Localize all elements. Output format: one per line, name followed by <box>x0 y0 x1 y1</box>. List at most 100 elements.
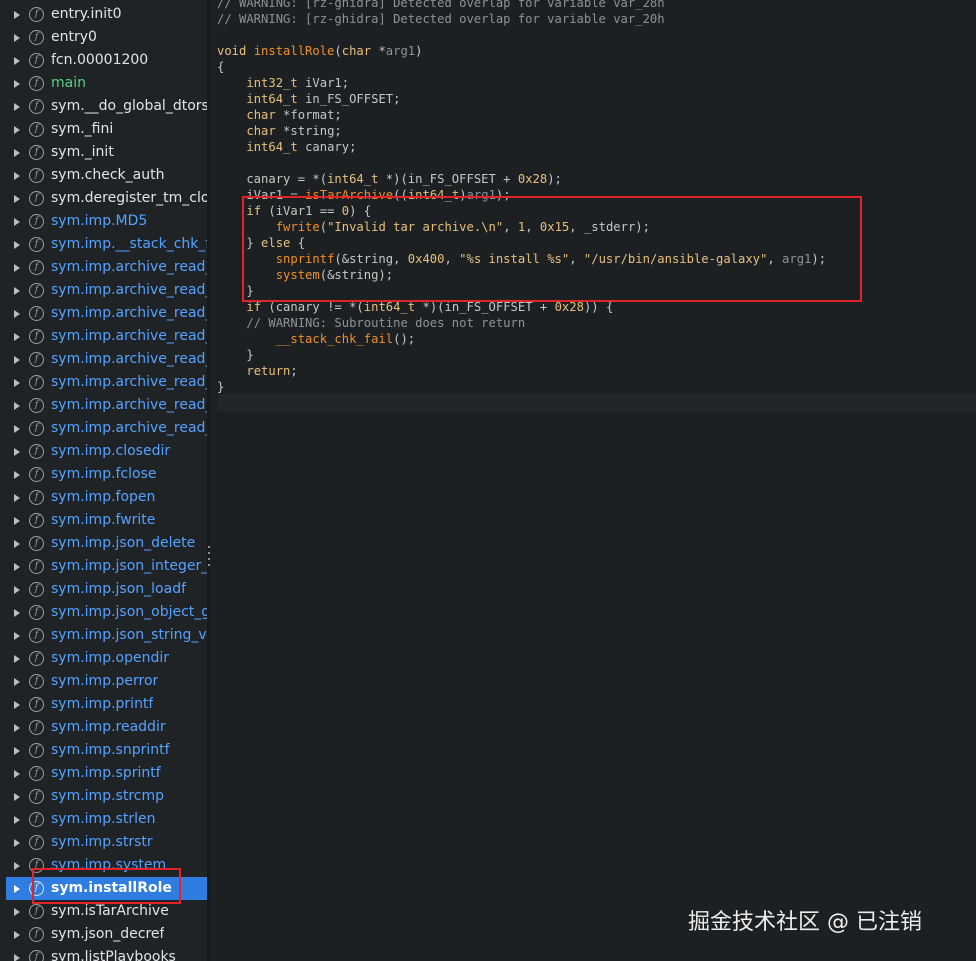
expand-arrow-icon[interactable] <box>12 792 22 802</box>
expand-arrow-icon[interactable] <box>12 194 22 204</box>
expand-arrow-icon[interactable] <box>12 585 22 595</box>
function-list-item[interactable]: f entry.init0 <box>0 3 207 26</box>
function-name: sym.imp.opendir <box>51 650 170 666</box>
function-list-item[interactable]: f fcn.00001200 <box>0 49 207 72</box>
expand-arrow-icon[interactable] <box>12 631 22 641</box>
expand-arrow-icon[interactable] <box>12 769 22 779</box>
function-list-item[interactable]: f main <box>0 72 207 95</box>
function-icon: f <box>29 30 44 45</box>
function-list-item[interactable]: f sym.imp.printf <box>0 693 207 716</box>
function-list-item[interactable]: f sym.imp.strlen <box>0 808 207 831</box>
expand-arrow-icon[interactable] <box>12 838 22 848</box>
expand-arrow-icon[interactable] <box>12 309 22 319</box>
function-name: sym.imp.readdir <box>51 719 166 735</box>
expand-arrow-icon[interactable] <box>12 493 22 503</box>
expand-arrow-icon[interactable] <box>12 286 22 296</box>
expand-arrow-icon[interactable] <box>12 10 22 20</box>
function-icon: f <box>29 122 44 137</box>
function-name: sym.imp.strlen <box>51 811 156 827</box>
function-list-item[interactable]: f sym.json_decref <box>0 923 207 946</box>
expand-arrow-icon[interactable] <box>12 746 22 756</box>
expand-arrow-icon[interactable] <box>12 723 22 733</box>
function-list-item[interactable]: f sym.imp.json_object_ge <box>0 601 207 624</box>
function-list-item[interactable]: f sym.imp.json_integer_v <box>0 555 207 578</box>
expand-arrow-icon[interactable] <box>12 125 22 135</box>
function-list-item[interactable]: f sym.imp.MD5 <box>0 210 207 233</box>
expand-arrow-icon[interactable] <box>12 677 22 687</box>
function-list-item[interactable]: f sym.imp.strstr <box>0 831 207 854</box>
expand-arrow-icon[interactable] <box>12 56 22 66</box>
function-list-item[interactable]: f sym._init <box>0 141 207 164</box>
function-list-item[interactable]: f sym._fini <box>0 118 207 141</box>
code-token: ; <box>290 364 298 378</box>
function-icon: f <box>29 559 44 574</box>
code-token: void <box>217 44 254 58</box>
code-token: in_FS_OFFSET; <box>297 92 401 106</box>
function-list-item[interactable]: f sym.imp.archive_read_s <box>0 394 207 417</box>
expand-arrow-icon[interactable] <box>12 953 22 961</box>
function-list-item[interactable]: f sym.imp.fopen <box>0 486 207 509</box>
expand-arrow-icon[interactable] <box>12 401 22 411</box>
code-line: } <box>217 379 826 395</box>
function-list-item[interactable]: f sym.listPlaybooks <box>0 946 207 961</box>
function-list-item[interactable]: f sym.imp.fwrite <box>0 509 207 532</box>
code-line: } <box>217 347 826 363</box>
expand-arrow-icon[interactable] <box>12 263 22 273</box>
function-name: sym.imp.archive_read_s <box>51 420 207 436</box>
expand-arrow-icon[interactable] <box>12 700 22 710</box>
function-list-item[interactable]: f sym.imp.archive_read_c <box>0 279 207 302</box>
function-list-item[interactable]: f sym.imp.strcmp <box>0 785 207 808</box>
expand-arrow-icon[interactable] <box>12 516 22 526</box>
function-name: sym.deregister_tm_clon <box>51 190 207 206</box>
function-list-item[interactable]: f sym.imp.archive_read_o <box>0 371 207 394</box>
function-list-item[interactable]: f sym.__do_global_dtors_ <box>0 95 207 118</box>
function-list-item[interactable]: f sym.imp.archive_read_f <box>0 302 207 325</box>
expand-arrow-icon[interactable] <box>12 470 22 480</box>
function-list-item[interactable]: f sym.imp.fclose <box>0 463 207 486</box>
expand-arrow-icon[interactable] <box>12 608 22 618</box>
expand-arrow-icon[interactable] <box>12 654 22 664</box>
function-list-item[interactable]: f sym.imp.readdir <box>0 716 207 739</box>
expand-arrow-icon[interactable] <box>12 148 22 158</box>
function-list-item[interactable]: f sym.imp.archive_read_c <box>0 256 207 279</box>
expand-arrow-icon[interactable] <box>12 240 22 250</box>
expand-arrow-icon[interactable] <box>12 907 22 917</box>
expand-arrow-icon[interactable] <box>12 539 22 549</box>
expand-arrow-icon[interactable] <box>12 424 22 434</box>
function-list-item[interactable]: f sym.check_auth <box>0 164 207 187</box>
expand-arrow-icon[interactable] <box>12 447 22 457</box>
expand-arrow-icon[interactable] <box>12 79 22 89</box>
function-list-item[interactable]: f sym.imp.sprintf <box>0 762 207 785</box>
expand-arrow-icon[interactable] <box>12 562 22 572</box>
expand-arrow-icon[interactable] <box>12 930 22 940</box>
function-list-item[interactable]: f sym.imp.opendir <box>0 647 207 670</box>
function-list-item[interactable]: f entry0 <box>0 26 207 49</box>
function-list-item[interactable]: f sym.imp.archive_read_n <box>0 348 207 371</box>
function-list-item[interactable]: f sym.imp.json_delete <box>0 532 207 555</box>
expand-arrow-icon[interactable] <box>12 815 22 825</box>
expand-arrow-icon[interactable] <box>12 33 22 43</box>
expand-arrow-icon[interactable] <box>12 171 22 181</box>
function-list-item[interactable]: f sym.imp.json_loadf <box>0 578 207 601</box>
function-list-item[interactable]: f sym.imp.json_string_va <box>0 624 207 647</box>
expand-arrow-icon[interactable] <box>12 217 22 227</box>
code-token: (); <box>393 332 416 346</box>
expand-arrow-icon[interactable] <box>12 884 22 894</box>
expand-arrow-icon[interactable] <box>12 332 22 342</box>
function-list-sidebar[interactable]: f entry.init0 f entry0 f fcn.00001200 f main f sy… <box>0 0 207 961</box>
expand-arrow-icon[interactable] <box>12 861 22 871</box>
function-name: sym.imp.json_integer_v <box>51 558 207 574</box>
function-list-item[interactable]: f sym.imp.closedir <box>0 440 207 463</box>
function-list-item[interactable]: f sym.imp.archive_read_n <box>0 325 207 348</box>
function-list-item[interactable]: f sym.deregister_tm_clon <box>0 187 207 210</box>
function-list-item[interactable]: f sym.imp.perror <box>0 670 207 693</box>
function-list-item[interactable]: f sym.imp.archive_read_s <box>0 417 207 440</box>
expand-arrow-icon[interactable] <box>12 102 22 112</box>
expand-arrow-icon[interactable] <box>12 355 22 365</box>
function-list-item[interactable]: f sym.imp.snprintf <box>0 739 207 762</box>
function-list-item[interactable]: f sym.imp.__stack_chk_fa <box>0 233 207 256</box>
expand-arrow-icon[interactable] <box>12 378 22 388</box>
